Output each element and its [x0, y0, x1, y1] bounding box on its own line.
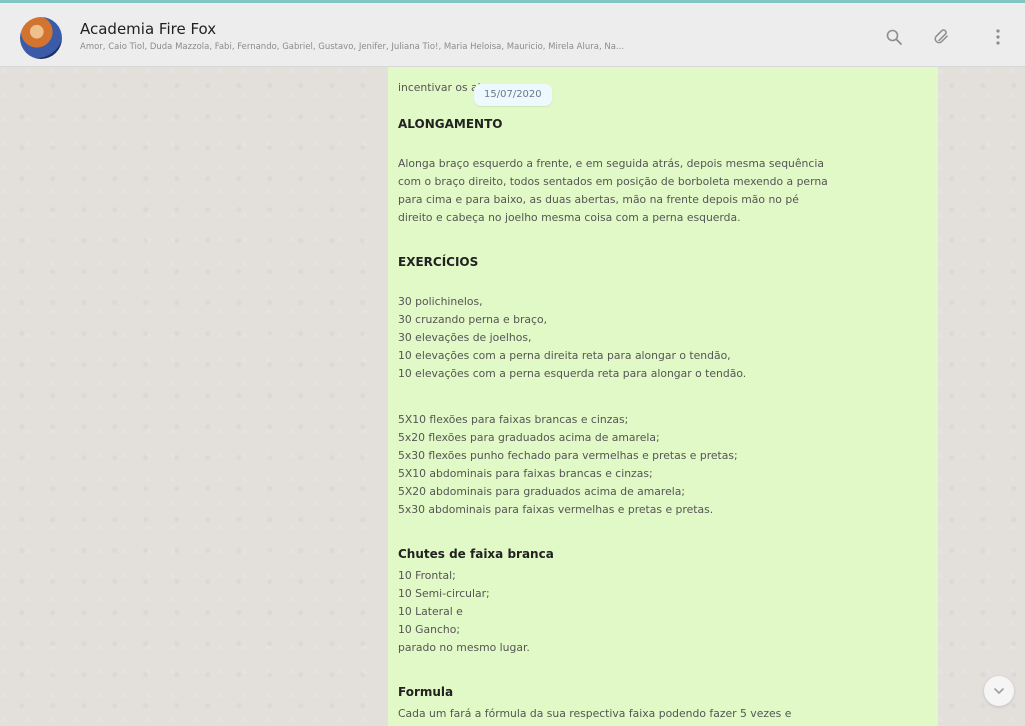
- chevron-down-icon: [994, 688, 1004, 694]
- paperclip-icon[interactable]: [930, 25, 954, 49]
- chat-title[interactable]: Academia Fire Fox: [80, 20, 216, 38]
- alongamento-line: Alonga braço esquerdo a frente, e em seg…: [398, 157, 824, 170]
- formula-title: Formula: [398, 685, 454, 699]
- message-bubble: incentivar os alunos. ALONGAMENTO Alonga…: [388, 67, 938, 726]
- menu-icon[interactable]: [986, 25, 1010, 49]
- chute-line: parado no mesmo lugar.: [398, 641, 530, 654]
- formula-line: Cada um fará a fórmula da sua respectiva…: [398, 707, 792, 720]
- chat-area: incentivar os alunos. ALONGAMENTO Alonga…: [0, 67, 1025, 726]
- alongamento-line: direito e cabeça no joelho mesma coisa c…: [398, 211, 741, 224]
- flexoes-line: 5x30 abdominais para faixas vermelhas e …: [398, 503, 714, 516]
- flexoes-line: 5x20 flexões para graduados acima de ama…: [398, 431, 660, 444]
- alongamento-line: com o braço direito, todos sentados em p…: [398, 175, 828, 188]
- exercicio-line: 10 elevações com a perna direita reta pa…: [398, 349, 731, 362]
- flexoes-line: 5X20 abdominais para graduados acima de …: [398, 485, 685, 498]
- exercicio-line: 30 polichinelos,: [398, 295, 483, 308]
- exercicio-line: 30 elevações de joelhos,: [398, 331, 532, 344]
- chat-members[interactable]: Amor, Caio Tiol, Duda Mazzola, Fabi, Fer…: [80, 42, 860, 52]
- chute-line: 10 Gancho;: [398, 623, 461, 636]
- alongamento-line: para cima e para baixo, as duas abertas,…: [398, 193, 799, 206]
- exercicios-title: EXERCÍCIOS: [398, 255, 479, 269]
- search-icon[interactable]: [882, 25, 906, 49]
- date-badge: 15/07/2020: [474, 84, 552, 106]
- exercicio-line: 30 cruzando perna e braço,: [398, 313, 548, 326]
- flexoes-line: 5x30 flexões punho fechado para vermelha…: [398, 449, 738, 462]
- chute-line: 10 Lateral e: [398, 605, 463, 618]
- alongamento-title: ALONGAMENTO: [398, 117, 503, 131]
- exercicio-line: 10 elevações com a perna esquerda reta p…: [398, 367, 747, 380]
- flexoes-line: 5X10 abdominais para faixas brancas e ci…: [398, 467, 653, 480]
- group-avatar[interactable]: [20, 17, 62, 59]
- scroll-down-button[interactable]: [984, 676, 1014, 706]
- chute-line: 10 Semi-circular;: [398, 587, 490, 600]
- chute-line: 10 Frontal;: [398, 569, 456, 582]
- flexoes-line: 5X10 flexões para faixas brancas e cinza…: [398, 413, 629, 426]
- chat-header: Academia Fire Fox Amor, Caio Tiol, Duda …: [0, 3, 1025, 67]
- chutes-title: Chutes de faixa branca: [398, 547, 554, 561]
